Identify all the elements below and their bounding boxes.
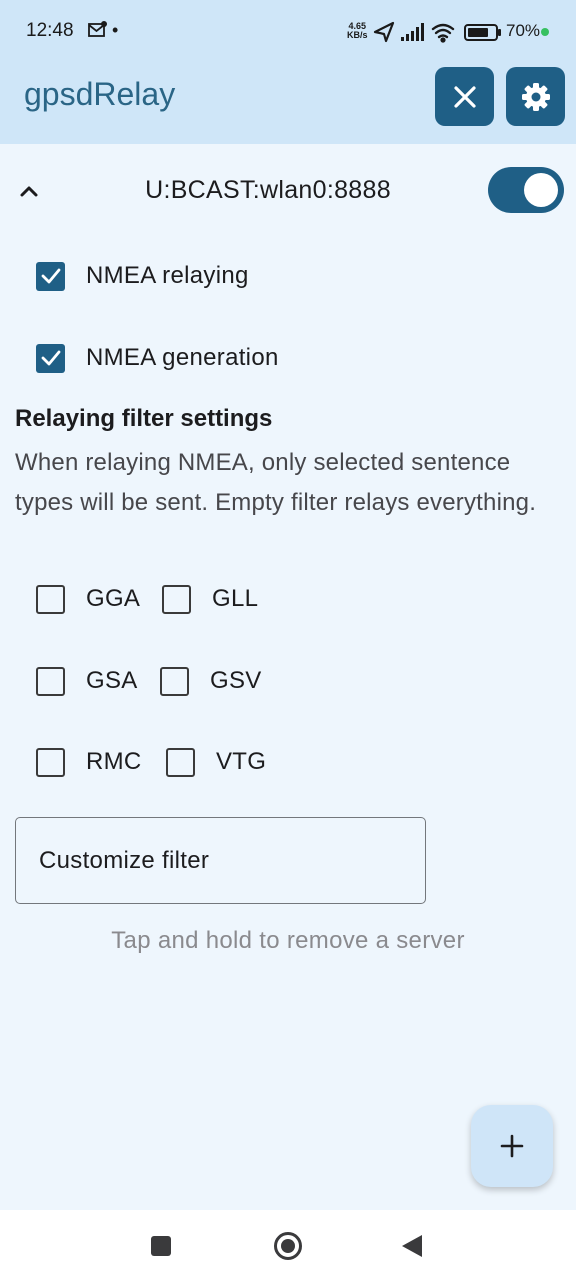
- network-speed-unit: KB/s: [347, 30, 368, 40]
- add-server-button[interactable]: [471, 1105, 553, 1187]
- sentence-label: GSA: [86, 667, 138, 694]
- sentence-filter-gll[interactable]: GLL: [162, 583, 258, 615]
- sentence-checkbox[interactable]: [162, 584, 191, 614]
- sentence-filter-rmc[interactable]: RMC: [36, 746, 142, 778]
- app-bar: gpsdRelay: [0, 64, 576, 144]
- sentence-filter-gsa[interactable]: GSA: [36, 665, 138, 697]
- sentence-checkbox[interactable]: [160, 666, 189, 696]
- customize-filter-button[interactable]: Customize filter: [15, 817, 426, 904]
- back-icon[interactable]: [398, 1232, 426, 1260]
- sentence-label: VTG: [216, 748, 267, 775]
- sentence-filter-gga[interactable]: GGA: [36, 583, 140, 615]
- signal-bars-icon: [401, 23, 424, 41]
- app-title: gpsdRelay: [24, 76, 176, 112]
- sentence-label: GLL: [212, 585, 259, 612]
- mail-notification-icon: [88, 21, 107, 37]
- checkmark-icon: [41, 268, 60, 284]
- filter-section-title: Relaying filter settings: [15, 405, 273, 432]
- nmea-relaying-label: NMEA relaying: [86, 262, 249, 289]
- nmea-relaying-checkbox[interactable]: [36, 261, 65, 291]
- home-icon[interactable]: [273, 1231, 303, 1261]
- toggle-knob: [524, 173, 558, 207]
- status-bar: 12:48 • 4.65 KB/s 70%: [0, 0, 576, 64]
- server-enabled-toggle[interactable]: [488, 167, 564, 213]
- sentence-label: GGA: [86, 585, 141, 612]
- status-icons: [373, 21, 501, 43]
- server-row[interactable]: U:BCAST:wlan0:8888: [0, 160, 576, 220]
- checkmark-icon: [41, 350, 60, 366]
- nmea-generation-option[interactable]: NMEA generation: [36, 342, 279, 374]
- network-speed: 4.65 KB/s: [347, 22, 368, 40]
- gear-icon: [521, 82, 550, 111]
- sentence-label: RMC: [86, 748, 142, 775]
- sentence-checkbox[interactable]: [36, 666, 65, 696]
- wifi-icon: [431, 23, 455, 43]
- nmea-generation-label: NMEA generation: [86, 344, 279, 371]
- sentence-filter-vtg[interactable]: VTG: [166, 746, 266, 778]
- notification-dot: •: [112, 20, 119, 40]
- sentence-label: GSV: [210, 667, 262, 694]
- sentence-filter-gsv[interactable]: GSV: [160, 665, 262, 697]
- plus-icon: [500, 1134, 524, 1158]
- settings-button[interactable]: [506, 67, 565, 126]
- recents-icon[interactable]: [147, 1232, 175, 1260]
- location-arrow-icon: [373, 21, 395, 43]
- privacy-indicator-dot: [541, 28, 549, 36]
- remove-server-hint: Tap and hold to remove a server: [111, 927, 465, 954]
- close-button[interactable]: [435, 67, 494, 126]
- sentence-checkbox[interactable]: [36, 584, 65, 614]
- status-time: 12:48: [26, 20, 74, 41]
- filter-section-description: When relaying NMEA, only selected senten…: [15, 449, 537, 516]
- nmea-generation-checkbox[interactable]: [36, 343, 65, 373]
- server-name: U:BCAST:wlan0:8888: [145, 176, 391, 204]
- system-navigation-bar: [0, 1210, 576, 1280]
- nmea-relaying-option[interactable]: NMEA relaying: [36, 260, 249, 292]
- battery-icon: [464, 24, 501, 41]
- customize-filter-label: Customize filter: [39, 847, 210, 874]
- sentence-checkbox[interactable]: [36, 747, 65, 777]
- close-icon: [453, 85, 476, 108]
- battery-percent: 70%: [506, 21, 541, 40]
- sentence-checkbox[interactable]: [166, 747, 195, 777]
